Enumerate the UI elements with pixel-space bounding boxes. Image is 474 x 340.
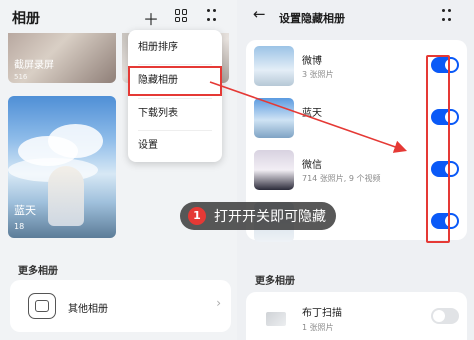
hide-toggle[interactable] [431, 308, 459, 324]
other-albums-label: 其他相册 [68, 304, 108, 315]
more-dots-icon[interactable] [207, 9, 217, 23]
album-screenshots[interactable]: 截屏录屏 516 [8, 33, 116, 83]
album-name: 微博 [302, 56, 322, 67]
album-thumb [254, 150, 294, 190]
back-arrow-icon[interactable]: ← [253, 5, 266, 23]
album-count: 18 [14, 222, 25, 231]
album-thumb [266, 312, 286, 326]
more-dots-icon[interactable] [442, 9, 452, 23]
toggles-highlight-box [426, 55, 450, 243]
menu-item-hidden-albums[interactable]: 隐藏相册 [128, 66, 222, 96]
albums-pane: 相册 ＋ 截屏录屏 516 蓝天 18 更多相册 其他相册 › 相册排序 隐藏相… [0, 0, 237, 340]
album-thumb [254, 46, 294, 86]
tip-callout: 1 打开开关即可隐藏 [180, 202, 336, 230]
album-featured[interactable]: 蓝天 18 [8, 96, 116, 238]
album-caption: 蓝天 [14, 204, 36, 217]
menu-item-downloads[interactable]: 下载列表 [128, 99, 222, 129]
more-albums-list: 布丁扫描 1 张照片 [246, 292, 467, 340]
step-number-badge: 1 [188, 207, 206, 225]
albums-title: 相册 [12, 11, 40, 27]
album-count: 1 张照片 [302, 323, 334, 332]
album-count: 714 张照片, 9 个视频 [302, 174, 381, 183]
plus-icon[interactable]: ＋ [142, 6, 160, 30]
album-name: 布丁扫描 [302, 308, 342, 319]
album-name: 蓝天 [302, 108, 322, 119]
menu-item-settings[interactable]: 设置 [128, 131, 222, 161]
album-count: 3 张照片 [302, 70, 334, 79]
album-cover-figure [48, 166, 84, 226]
menu-item-sort[interactable]: 相册排序 [128, 33, 222, 63]
album-name: 微信 [302, 160, 322, 171]
chevron-right-icon: › [216, 296, 221, 310]
album-stack-icon [28, 293, 56, 319]
grid-icon[interactable] [175, 9, 188, 22]
other-albums-item[interactable]: 其他相册 › [10, 280, 231, 332]
tip-text: 打开开关即可隐藏 [214, 209, 326, 225]
more-albums-heading: 更多相册 [255, 276, 295, 287]
page-title: 设置隐藏相册 [279, 12, 345, 25]
overflow-menu: 相册排序 隐藏相册 下载列表 设置 [128, 30, 222, 162]
album-caption: 截屏录屏 [14, 60, 54, 71]
album-count: 516 [14, 73, 28, 81]
album-thumb [254, 98, 294, 138]
more-albums-heading: 更多相册 [18, 266, 58, 277]
